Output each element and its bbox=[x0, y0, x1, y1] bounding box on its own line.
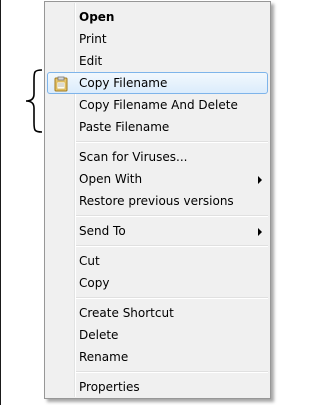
menu-item-label: Send To bbox=[79, 224, 126, 238]
menu-item-print[interactable]: Print bbox=[47, 28, 268, 50]
menu-separator bbox=[76, 245, 268, 247]
menu-item-label: Restore previous versions bbox=[79, 194, 234, 208]
menu-item-label: Create Shortcut bbox=[79, 306, 174, 320]
menu-item-open[interactable]: Open bbox=[47, 6, 268, 28]
menu-separator bbox=[76, 141, 268, 143]
menu-item-properties[interactable]: Properties bbox=[47, 376, 268, 398]
menu-item-label: Scan for Viruses... bbox=[79, 150, 188, 164]
window-edge bbox=[0, 0, 1, 405]
menu-item-label: Copy Filename And Delete bbox=[79, 98, 238, 112]
curly-brace-annotation bbox=[25, 69, 43, 133]
menu-item-copy-filename-and-delete[interactable]: Copy Filename And Delete bbox=[47, 94, 268, 116]
menu-item-paste-filename[interactable]: Paste Filename bbox=[47, 116, 268, 138]
menu-item-restore-previous-versions[interactable]: Restore previous versions bbox=[47, 190, 268, 212]
menu-item-label: Paste Filename bbox=[79, 120, 170, 134]
menu-item-copy[interactable]: Copy bbox=[47, 272, 268, 294]
context-menu: Open Print Edit Copy Filename Copy Filen… bbox=[44, 1, 271, 399]
menu-item-open-with[interactable]: Open With bbox=[47, 168, 268, 190]
menu-item-scan-for-viruses[interactable]: Scan for Viruses... bbox=[47, 146, 268, 168]
menu-item-send-to[interactable]: Send To bbox=[47, 220, 268, 242]
menu-item-edit[interactable]: Edit bbox=[47, 50, 268, 72]
submenu-arrow-icon bbox=[258, 228, 262, 236]
menu-item-rename[interactable]: Rename bbox=[47, 346, 268, 368]
menu-separator bbox=[76, 371, 268, 373]
menu-item-create-shortcut[interactable]: Create Shortcut bbox=[47, 302, 268, 324]
menu-item-label: Copy Filename bbox=[79, 76, 168, 90]
menu-item-label: Open With bbox=[79, 172, 143, 186]
menu-item-label: Copy bbox=[79, 276, 110, 290]
menu-item-delete[interactable]: Delete bbox=[47, 324, 268, 346]
menu-item-label: Open bbox=[79, 10, 115, 24]
submenu-arrow-icon bbox=[258, 176, 262, 184]
menu-item-label: Print bbox=[79, 32, 107, 46]
menu-item-copy-filename[interactable]: Copy Filename bbox=[47, 72, 268, 94]
menu-separator bbox=[76, 215, 268, 217]
menu-item-label: Properties bbox=[79, 380, 140, 394]
menu-item-cut[interactable]: Cut bbox=[47, 250, 268, 272]
menu-item-label: Edit bbox=[79, 54, 103, 68]
menu-separator bbox=[76, 297, 268, 299]
menu-item-label: Cut bbox=[79, 254, 100, 268]
menu-item-label: Rename bbox=[79, 350, 129, 364]
clipboard-icon bbox=[54, 76, 68, 92]
menu-item-label: Delete bbox=[79, 328, 119, 342]
